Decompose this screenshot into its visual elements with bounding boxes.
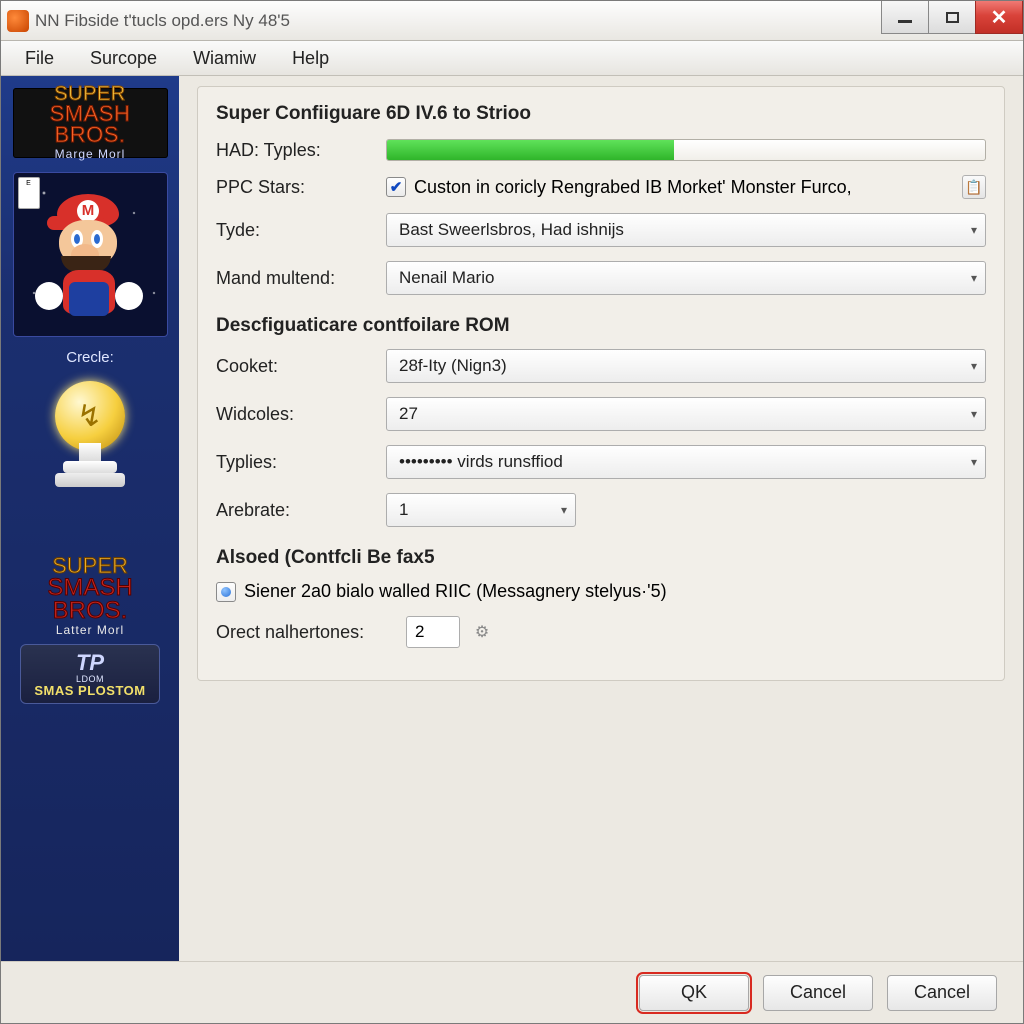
settings-icon[interactable]: ⚙	[468, 620, 496, 644]
menu-file[interactable]: File	[7, 44, 72, 73]
orect-value: 2	[415, 622, 424, 642]
ppc-text: Custon in coricly Rengrabed IB Morket' M…	[414, 177, 954, 198]
row-orect: Orect nalhertones: 2 ⚙	[216, 616, 986, 648]
maximize-button[interactable]	[928, 1, 976, 34]
settings-group: Super Confiiguare 6D IV.6 to Strioo HAD:…	[197, 86, 1005, 681]
arebrate-label: Arebrate:	[216, 500, 386, 521]
platform-badge: TP LDOM SMAS PLOSTOM	[20, 644, 160, 704]
cooket-value: 28f-Ity (Nign3)	[399, 356, 507, 376]
badge-line1: TP	[76, 652, 104, 674]
cover-art: E M	[13, 172, 168, 337]
row-ppc-stars: PPC Stars: ✔ Custon in coricly Rengrabed…	[216, 175, 986, 199]
typlies-value: ••••••••• virds runsffiod	[399, 452, 563, 472]
section1-title: Super Confiiguare 6D IV.6 to Strioo	[216, 103, 986, 125]
tyde-value: Bast Sweerlsbros, Had ishnijs	[399, 220, 624, 240]
window-title: NN Fibside t'tucls opd.ers Ny 48'5	[35, 11, 290, 31]
menu-surcope[interactable]: Surcope	[72, 44, 175, 73]
mand-select[interactable]: Nenail Mario ▾	[386, 261, 986, 295]
chevron-down-icon: ▾	[971, 359, 977, 373]
mand-label: Mand multend:	[216, 268, 386, 289]
tyde-label: Tyde:	[216, 220, 386, 241]
row-siener: Siener 2a0 bialo walled RIIC (Messagnery…	[216, 581, 986, 602]
chevron-down-icon: ▾	[561, 503, 567, 517]
info-icon[interactable]: 📋	[962, 175, 986, 199]
cooket-label: Cooket:	[216, 356, 386, 377]
chevron-down-icon: ▾	[971, 407, 977, 421]
orect-label: Orect nalhertones:	[216, 622, 406, 643]
window: NN Fibside t'tucls opd.ers Ny 48'5 ✕ Fil…	[0, 0, 1024, 1024]
cancel1-label: Cаncel	[790, 982, 846, 1003]
body: SUPER SMASH BROS. Marge Morl E M Crecle:	[1, 76, 1023, 961]
section3-title: Alsoed (Contfcli Be fax5	[216, 547, 986, 569]
ppc-label: PPC Stars:	[216, 177, 386, 198]
row-mand: Mand multend: Nenail Mario ▾	[216, 261, 986, 295]
cooket-select[interactable]: 28f-Ity (Nign3) ▾	[386, 349, 986, 383]
logo-line2: SMASH BROS.	[13, 104, 168, 146]
badge-line3: SMAS PLOSTOM	[34, 684, 145, 697]
trophy-image: ↯	[30, 376, 150, 496]
minimize-button[interactable]	[881, 1, 929, 34]
row-arebrate: Arebrate: 1 ▾	[216, 493, 986, 527]
had-label: HAD: Typles:	[216, 140, 386, 161]
row-cooket: Cooket: 28f-Ity (Nign3) ▾	[216, 349, 986, 383]
mario-icon: M	[35, 190, 145, 320]
logo2-line2: SMASH BROS.	[13, 577, 168, 623]
app-icon	[7, 10, 29, 32]
typlies-select[interactable]: ••••••••• virds runsffiod ▾	[386, 445, 986, 479]
sidebar: SUPER SMASH BROS. Marge Morl E M Crecle:	[1, 76, 179, 961]
widcoles-select[interactable]: 27 ▾	[386, 397, 986, 431]
row-widcoles: Widcoles: 27 ▾	[216, 397, 986, 431]
progress-fill	[387, 140, 674, 160]
logo-line3: Marge Morl	[55, 149, 126, 160]
arebrate-value: 1	[399, 500, 408, 520]
siener-radio[interactable]	[216, 582, 236, 602]
ok-button[interactable]: QK	[639, 975, 749, 1011]
close-button[interactable]: ✕	[975, 1, 1023, 34]
cancel-button-1[interactable]: Cаncel	[763, 975, 873, 1011]
game-logo-top: SUPER SMASH BROS. Marge Morl	[13, 88, 168, 158]
ok-label: QK	[681, 982, 707, 1003]
tyde-select[interactable]: Bast Sweerlsbros, Had ishnijs ▾	[386, 213, 986, 247]
chevron-down-icon: ▾	[971, 455, 977, 469]
row-had-typles: HAD: Typles:	[216, 139, 986, 161]
game-logo-bottom: SUPER SMASH BROS. Latter Morl	[13, 556, 168, 626]
menu-help[interactable]: Help	[274, 44, 347, 73]
widcoles-label: Widcoles:	[216, 404, 386, 425]
titlebar: NN Fibside t'tucls opd.ers Ny 48'5 ✕	[1, 1, 1023, 41]
ppc-checkbox[interactable]: ✔	[386, 177, 406, 197]
sidebar-crecle-label: Crecle:	[66, 349, 114, 366]
section2-title: Descfiguaticare contfoilare ROM	[216, 315, 986, 337]
mand-value: Nenail Mario	[399, 268, 494, 288]
row-tyde: Tyde: Bast Sweerlsbros, Had ishnijs ▾	[216, 213, 986, 247]
typlies-label: Typlies:	[216, 452, 386, 473]
menubar: File Surcope Wiamiw Help	[1, 41, 1023, 76]
dialog-footer: QK Cаncel Cаncel	[1, 961, 1023, 1023]
window-controls: ✕	[882, 1, 1023, 34]
widcoles-value: 27	[399, 404, 418, 424]
siener-label: Siener 2a0 bialo walled RIIC (Messagnery…	[244, 581, 986, 602]
chevron-down-icon: ▾	[971, 223, 977, 237]
progress-bar	[386, 139, 986, 161]
cancel2-label: Cаncel	[914, 982, 970, 1003]
main-panel: Super Confiiguare 6D IV.6 to Strioo HAD:…	[179, 76, 1023, 961]
arebrate-select[interactable]: 1 ▾	[386, 493, 576, 527]
orect-input[interactable]: 2	[406, 616, 460, 648]
chevron-down-icon: ▾	[971, 271, 977, 285]
cancel-button-2[interactable]: Cаncel	[887, 975, 997, 1011]
menu-wiamiw[interactable]: Wiamiw	[175, 44, 274, 73]
logo2-line3: Latter Morl	[13, 625, 168, 636]
row-typlies: Typlies: ••••••••• virds runsffiod ▾	[216, 445, 986, 479]
